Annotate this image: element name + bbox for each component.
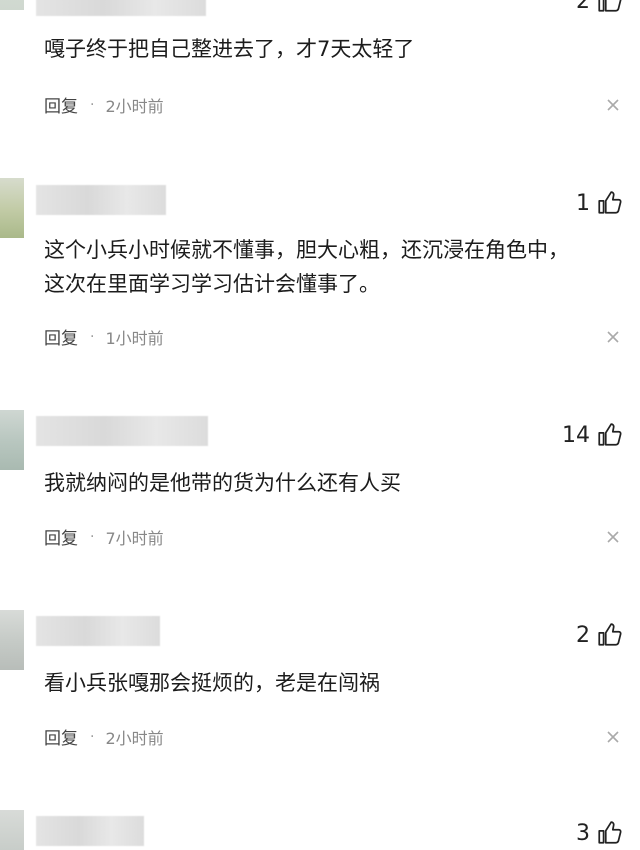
username-blurred[interactable]	[36, 416, 208, 446]
like-count: 2	[576, 0, 590, 14]
timestamp: 1小时前	[105, 328, 164, 348]
like-button[interactable]: 3	[576, 820, 622, 846]
separator-dot: ·	[90, 728, 95, 745]
like-count: 3	[576, 820, 590, 846]
comment-meta: 回复 · 1小时前	[44, 324, 164, 350]
like-count: 2	[576, 622, 590, 648]
separator-dot: ·	[90, 328, 95, 345]
avatar[interactable]	[0, 610, 24, 670]
comment-text: 看小兵张嘎那会挺烦的，老是在闯祸	[44, 671, 380, 695]
comment-meta: 回复 · 7小时前	[44, 524, 164, 550]
comment-meta: 回复 · 2小时前	[44, 92, 164, 118]
avatar[interactable]	[0, 0, 24, 10]
like-button[interactable]: 2	[576, 0, 622, 14]
avatar[interactable]	[0, 178, 24, 238]
thumbs-up-icon	[598, 623, 622, 646]
like-button[interactable]: 14	[562, 422, 622, 448]
thumbs-up-icon	[598, 191, 622, 214]
like-button[interactable]: 2	[576, 622, 622, 648]
like-count: 14	[562, 422, 590, 448]
separator-dot: ·	[90, 96, 95, 113]
comment-meta: 回复 · 2小时前	[44, 724, 164, 750]
username-blurred[interactable]	[36, 0, 206, 16]
like-count: 1	[576, 190, 590, 216]
separator-dot: ·	[90, 528, 95, 545]
comment-item: 3	[0, 810, 640, 850]
close-icon[interactable]	[606, 530, 620, 544]
avatar[interactable]	[0, 810, 24, 850]
thumbs-up-icon	[598, 0, 622, 12]
username-blurred[interactable]	[36, 816, 144, 846]
thumbs-up-icon	[598, 821, 622, 844]
reply-button[interactable]: 回复	[44, 724, 78, 749]
comment-item: 2 嘎子终于把自己整进去了，才7天太轻了 回复 · 2小时前	[0, 0, 640, 140]
comment-item: 14 我就纳闷的是他带的货为什么还有人买 回复 · 7小时前	[0, 410, 640, 580]
like-button[interactable]: 1	[576, 190, 622, 216]
close-icon[interactable]	[606, 330, 620, 344]
timestamp: 2小时前	[105, 728, 164, 748]
reply-button[interactable]: 回复	[44, 324, 78, 349]
comment-item: 1 这个小兵小时候就不懂事，胆大心粗，还沉浸在角色中， 这次在里面学习学习估计会…	[0, 178, 640, 380]
comment-item: 2 看小兵张嘎那会挺烦的，老是在闯祸 回复 · 2小时前	[0, 610, 640, 780]
timestamp: 2小时前	[105, 96, 164, 116]
username-blurred[interactable]	[36, 185, 166, 215]
close-icon[interactable]	[606, 98, 620, 112]
reply-button[interactable]: 回复	[44, 92, 78, 117]
comment-text: 我就纳闷的是他带的货为什么还有人买	[44, 471, 401, 495]
timestamp: 7小时前	[105, 528, 164, 548]
comment-text: 嘎子终于把自己整进去了，才7天太轻了	[44, 37, 415, 61]
reply-button[interactable]: 回复	[44, 524, 78, 549]
close-icon[interactable]	[606, 730, 620, 744]
comment-text: 这个小兵小时候就不懂事，胆大心粗，还沉浸在角色中， 这次在里面学习学习估计会懂事…	[44, 238, 569, 296]
avatar[interactable]	[0, 410, 24, 470]
username-blurred[interactable]	[36, 616, 160, 646]
thumbs-up-icon	[598, 423, 622, 446]
